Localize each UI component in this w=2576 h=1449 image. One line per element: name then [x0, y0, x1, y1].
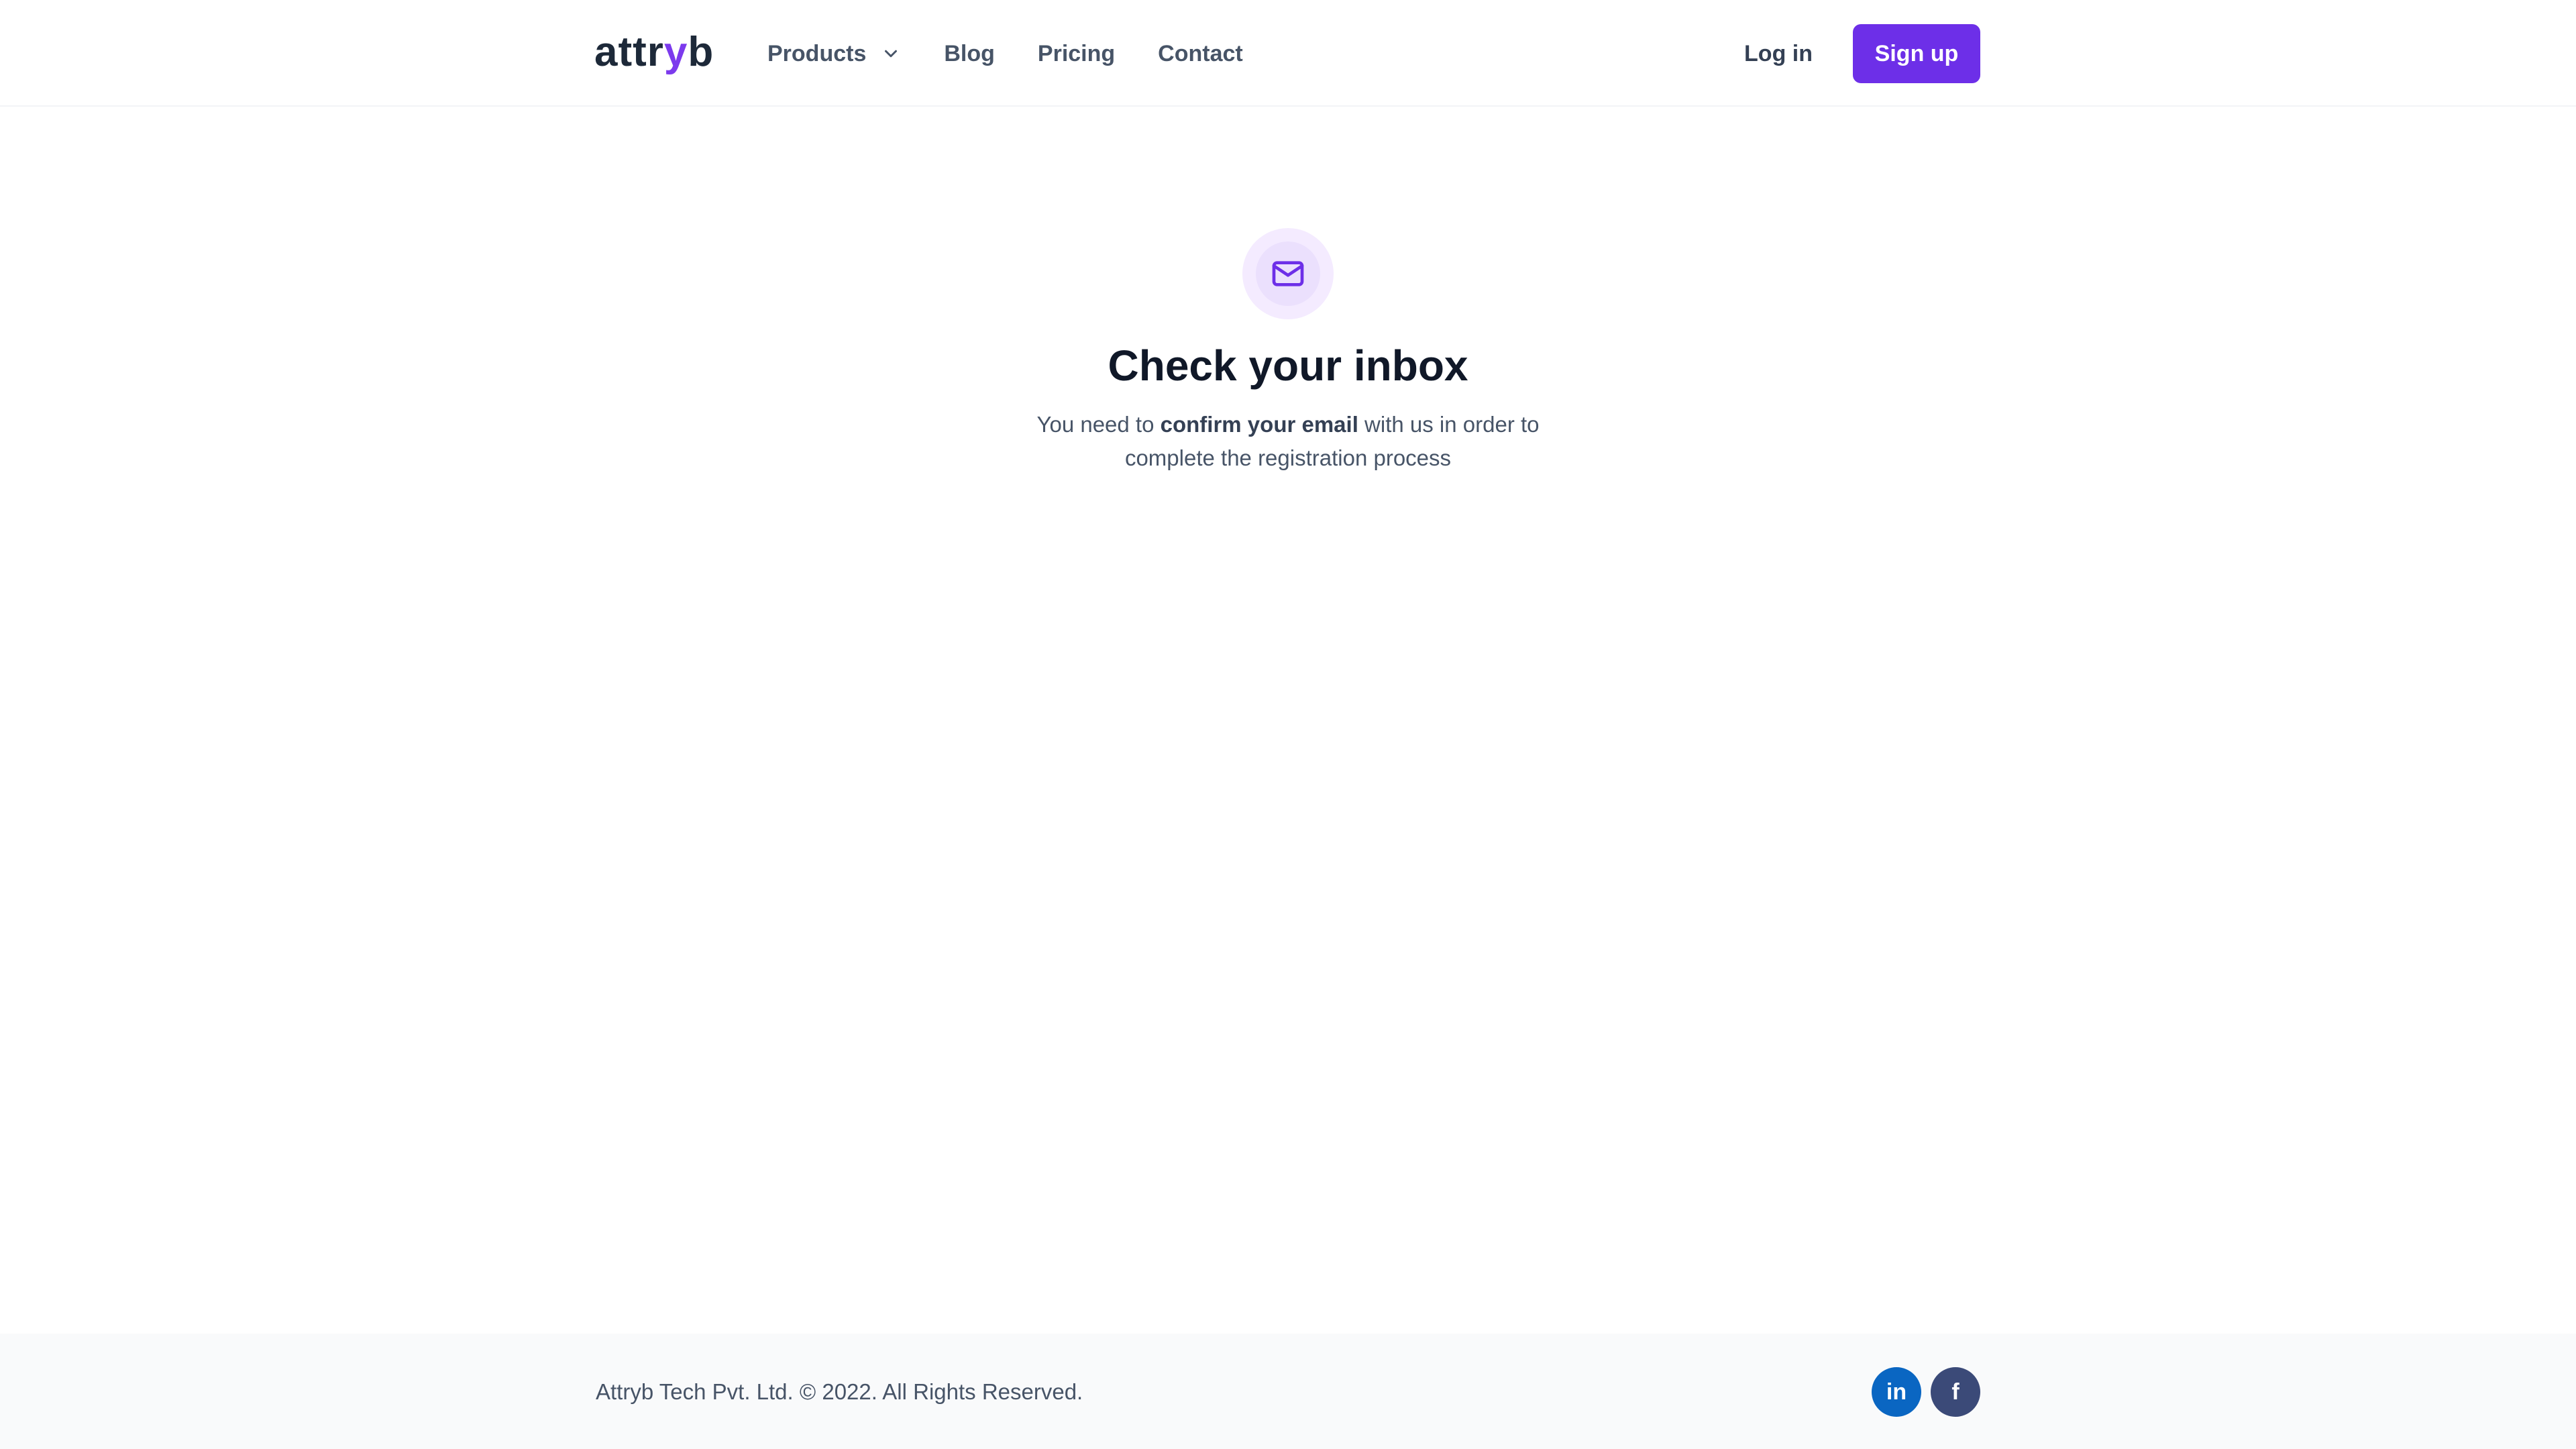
desc-text-bold: confirm your email [1160, 412, 1358, 437]
nav-products[interactable]: Products [767, 34, 901, 74]
nav-products-label: Products [767, 41, 867, 66]
nav-blog[interactable]: Blog [944, 34, 995, 74]
signup-button[interactable]: Sign up [1853, 24, 1980, 83]
linkedin-icon[interactable]: in [1872, 1367, 1921, 1417]
top-navbar: attryb Products Blog Pricing Contact Log… [0, 0, 2576, 107]
logo-text-prefix: attr [594, 29, 664, 75]
linkedin-glyph: in [1886, 1379, 1907, 1405]
login-button[interactable]: Log in [1744, 41, 1813, 67]
confirmation-description: You need to confirm your email with us i… [1020, 408, 1556, 475]
mail-icon [1272, 261, 1304, 286]
logo[interactable]: attryb [594, 25, 714, 79]
nav-contact[interactable]: Contact [1158, 34, 1243, 74]
desc-text-pre: You need to [1036, 412, 1161, 437]
footer: Attryb Tech Pvt. Ltd. © 2022. All Rights… [0, 1334, 2576, 1449]
main-nav: Products Blog Pricing Contact [767, 34, 1286, 74]
facebook-icon[interactable]: f [1931, 1367, 1980, 1417]
copyright-text: Attryb Tech Pvt. Ltd. © 2022. All Rights… [596, 1379, 1083, 1404]
auth-actions: Log in Sign up [1744, 24, 1980, 83]
page-title: Check your inbox [1108, 341, 1468, 390]
page: attryb Products Blog Pricing Contact Log… [0, 0, 2576, 1449]
mail-icon-badge [1242, 228, 1334, 319]
logo-text-suffix: b [688, 29, 714, 75]
mail-icon-inner [1256, 241, 1320, 306]
nav-pricing[interactable]: Pricing [1038, 34, 1115, 74]
facebook-glyph: f [1951, 1379, 1960, 1405]
chevron-down-icon [885, 50, 898, 58]
social-links: in f [1862, 1367, 1980, 1417]
logo-text-accent: y [663, 29, 688, 75]
